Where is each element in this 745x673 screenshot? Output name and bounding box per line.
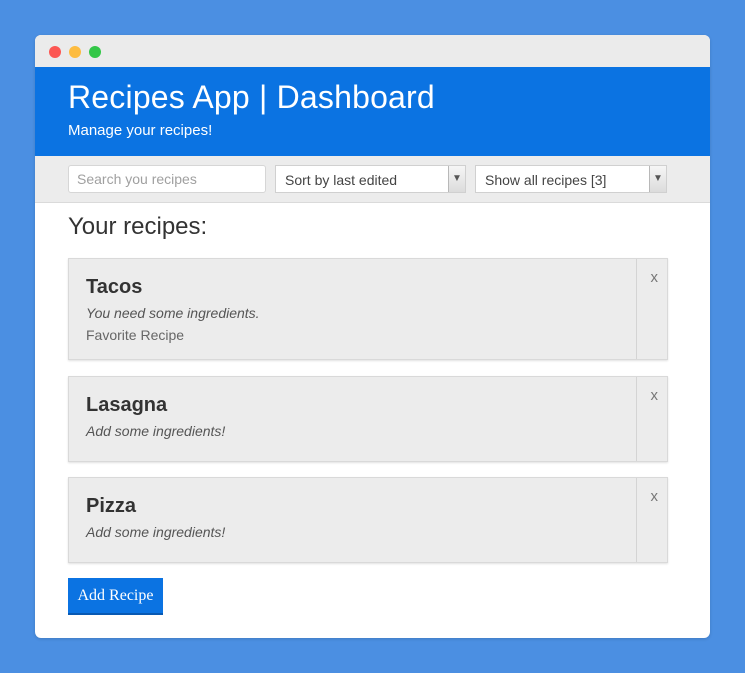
remove-recipe-button[interactable]: x bbox=[651, 387, 659, 404]
recipe-title[interactable]: Tacos bbox=[86, 276, 142, 299]
card-divider bbox=[636, 377, 637, 461]
recipe-title[interactable]: Pizza bbox=[86, 495, 136, 518]
show-filter-select[interactable]: Show all recipes [3] ▼ bbox=[475, 165, 667, 193]
section-heading: Your recipes: bbox=[68, 213, 208, 240]
recipe-description: Add some ingredients! bbox=[86, 524, 226, 540]
sort-select[interactable]: Sort by last edited ▼ bbox=[275, 165, 466, 193]
recipe-description: You need some ingredients. bbox=[86, 305, 260, 321]
maximize-window-button[interactable] bbox=[89, 46, 101, 58]
add-recipe-button[interactable]: Add Recipe bbox=[68, 578, 163, 615]
filter-bar: Sort by last edited ▼ Show all recipes [… bbox=[35, 156, 710, 203]
sort-select-value: Sort by last edited bbox=[285, 172, 398, 188]
page-title: Recipes App | Dashboard bbox=[68, 79, 435, 115]
card-divider bbox=[636, 478, 637, 562]
recipe-card[interactable]: x Pizza Add some ingredients! bbox=[68, 477, 668, 563]
recipe-card[interactable]: x Tacos You need some ingredients. Favor… bbox=[68, 258, 668, 360]
app-window: Recipes App | Dashboard Manage your reci… bbox=[35, 35, 710, 638]
page-subtitle: Manage your recipes! bbox=[68, 122, 213, 139]
recipe-card[interactable]: x Lasagna Add some ingredients! bbox=[68, 376, 668, 462]
close-window-button[interactable] bbox=[49, 46, 61, 58]
remove-recipe-button[interactable]: x bbox=[651, 488, 659, 505]
recipe-title[interactable]: Lasagna bbox=[86, 394, 167, 417]
chevron-down-icon[interactable]: ▼ bbox=[448, 166, 465, 192]
window-titlebar bbox=[35, 35, 710, 67]
app-header: Recipes App | Dashboard Manage your reci… bbox=[35, 67, 710, 156]
remove-recipe-button[interactable]: x bbox=[651, 269, 659, 286]
chevron-down-icon[interactable]: ▼ bbox=[649, 166, 666, 192]
recipe-description: Add some ingredients! bbox=[86, 423, 226, 439]
show-filter-value: Show all recipes [3] bbox=[485, 172, 607, 188]
recipe-tag: Favorite Recipe bbox=[86, 327, 185, 343]
search-input[interactable] bbox=[68, 165, 266, 193]
minimize-window-button[interactable] bbox=[69, 46, 81, 58]
card-divider bbox=[636, 259, 637, 359]
